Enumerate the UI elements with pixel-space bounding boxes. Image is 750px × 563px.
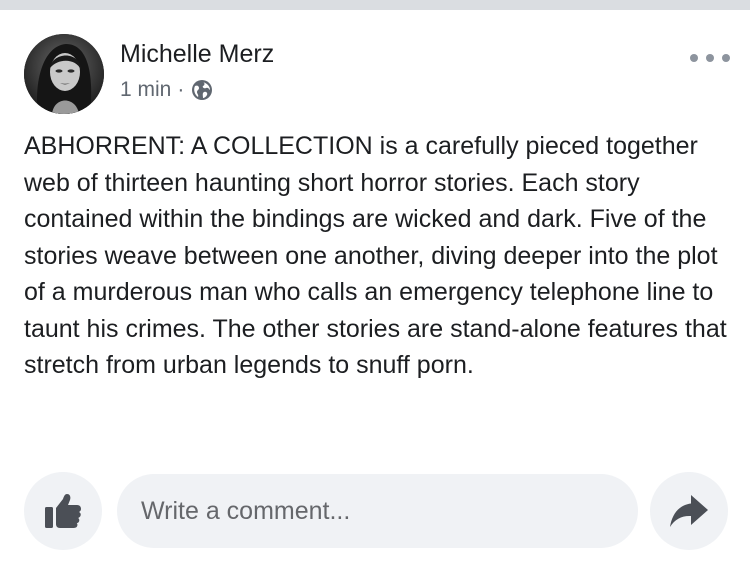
post-timestamp[interactable]: 1 min: [120, 78, 171, 102]
post-card: Michelle Merz 1 min · ABHORRENT: A COLLE…: [0, 10, 750, 563]
globe-icon: [190, 78, 214, 102]
meta-separator: ·: [177, 78, 185, 101]
post-meta: 1 min ·: [120, 78, 214, 102]
share-button[interactable]: [650, 472, 728, 550]
feed-divider: [0, 0, 750, 10]
author-name[interactable]: Michelle Merz: [120, 40, 274, 69]
thumbs-up-icon: [45, 494, 81, 528]
author-avatar[interactable]: [24, 34, 104, 114]
comment-input[interactable]: [117, 474, 638, 548]
post-text: ABHORRENT: A COLLECTION is a carefully p…: [24, 132, 727, 379]
like-button[interactable]: [24, 472, 102, 550]
more-options-icon[interactable]: [690, 48, 730, 68]
share-arrow-icon: [670, 495, 708, 527]
action-bar: [0, 472, 750, 552]
avatar-image: [24, 34, 104, 114]
